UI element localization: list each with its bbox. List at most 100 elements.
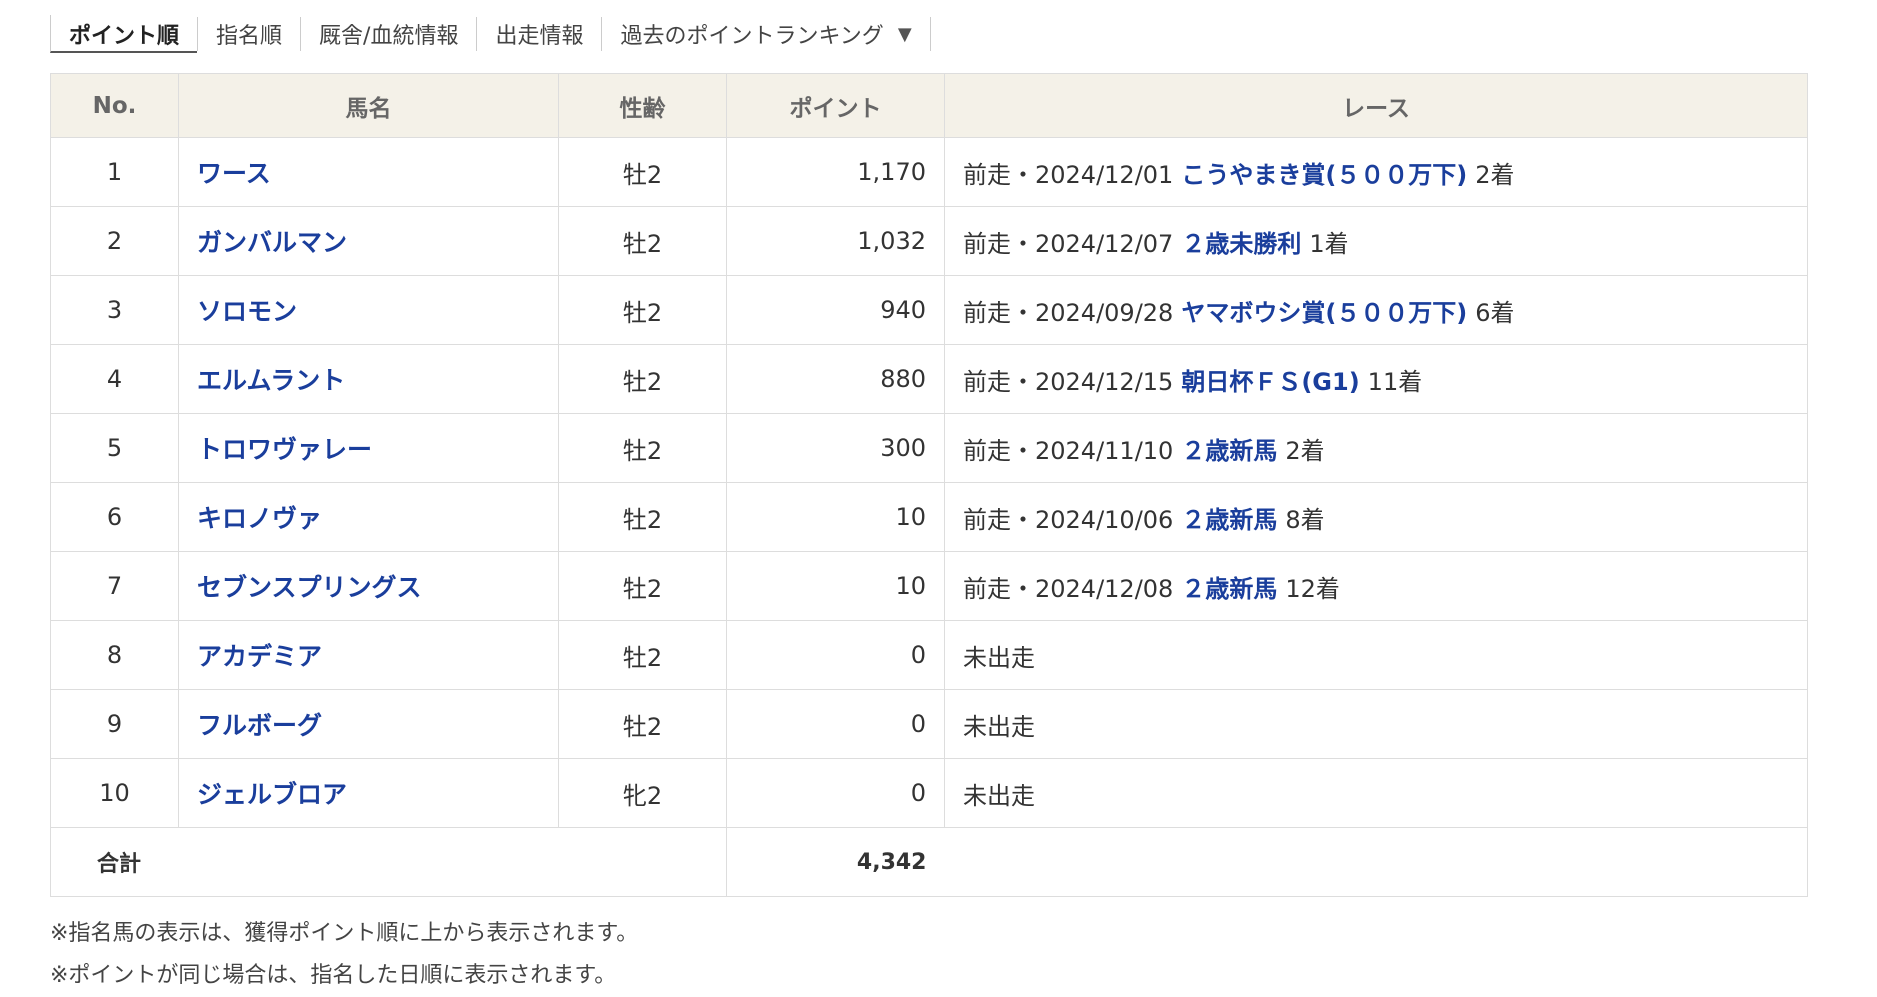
race-result: 12着 (1285, 574, 1340, 603)
race-result: 6着 (1475, 298, 1515, 327)
table-row: 5 トロワヴァレー 牡2 300 前走・2024/11/10 ２歳新馬 2着 (50, 413, 1808, 483)
race-name-link[interactable]: 朝日杯ＦＳ(G1) (1181, 368, 1359, 396)
row-points: 0 (726, 620, 945, 690)
row-points: 10 (726, 482, 945, 552)
horse-name-link[interactable]: フルボーグ (197, 711, 322, 740)
tab-nomination-order[interactable]: 指名順 (197, 17, 300, 51)
caret-down-icon: ▼ (897, 23, 912, 45)
row-race-cell: 未出走 (944, 689, 1808, 759)
race-prefix: 前走・2024/09/28 (963, 298, 1174, 327)
tab-point-order[interactable]: ポイント順 (50, 15, 198, 53)
row-sex-age: 牡2 (558, 482, 727, 552)
horse-name-link[interactable]: トロワヴァレー (197, 435, 372, 464)
row-sex-age: 牡2 (558, 275, 727, 345)
total-label: 合計 (50, 827, 727, 897)
horse-name-link[interactable]: キロノヴァ (197, 504, 322, 533)
note-display-order: ※指名馬の表示は、獲得ポイント順に上から表示されます。 (50, 921, 639, 946)
row-points: 0 (726, 689, 945, 759)
tab-past-ranking-dropdown[interactable]: 過去のポイントランキング ▼ (601, 17, 931, 51)
race-status: 未出走 (963, 781, 1035, 810)
row-sex-age: 牡2 (558, 689, 727, 759)
race-result: 8着 (1285, 505, 1325, 534)
row-horse-name-cell: ワース (178, 137, 559, 207)
header-no: No. (50, 73, 179, 138)
horse-name-link[interactable]: ジェルブロア (197, 780, 347, 809)
row-race-cell: 前走・2024/12/15 朝日杯ＦＳ(G1) 11着 (944, 344, 1808, 414)
row-horse-name-cell: アカデミア (178, 620, 559, 690)
row-no: 4 (50, 344, 179, 414)
race-result: 11着 (1367, 367, 1423, 396)
total-row: 合計 4,342 (50, 827, 1808, 897)
race-name-link[interactable]: ヤマボウシ賞(５００万下) (1181, 299, 1467, 327)
row-sex-age: 牡2 (558, 413, 727, 483)
ranking-table: No. 馬名 性齢 ポイント レース 1 ワース 牡2 1,170 前走・202… (50, 73, 1808, 897)
row-sex-age: 牡2 (558, 620, 727, 690)
table-row: 10 ジェルブロア 牝2 0 未出走 (50, 758, 1808, 828)
horse-name-link[interactable]: ガンバルマン (197, 228, 347, 257)
notes: ※指名馬の表示は、獲得ポイント順に上から表示されます。 ※ポイントが同じ場合は、… (50, 913, 1805, 997)
tab-label: 過去のポイントランキング (620, 24, 884, 49)
tab-stable-pedigree-info[interactable]: 厩舎/血統情報 (300, 17, 476, 51)
race-name-link[interactable]: こうやまき賞(５００万下) (1181, 161, 1467, 189)
table-row: 1 ワース 牡2 1,170 前走・2024/12/01 こうやまき賞(５００万下… (50, 137, 1808, 207)
tab-label: 厩舎/血統情報 (319, 24, 459, 49)
header-points: ポイント (726, 73, 945, 138)
row-points: 10 (726, 551, 945, 621)
row-sex-age: 牡2 (558, 344, 727, 414)
row-sex-age: 牡2 (558, 206, 727, 276)
table-header-row: No. 馬名 性齢 ポイント レース (50, 73, 1808, 138)
race-result: 2着 (1475, 160, 1515, 189)
row-points: 880 (726, 344, 945, 414)
race-name-link[interactable]: ２歳新馬 (1181, 575, 1277, 603)
row-horse-name-cell: ガンバルマン (178, 206, 559, 276)
row-sex-age: 牡2 (558, 137, 727, 207)
race-prefix: 前走・2024/12/08 (963, 574, 1174, 603)
total-race-empty (944, 827, 1808, 897)
race-prefix: 前走・2024/12/07 (963, 229, 1174, 258)
horse-name-link[interactable]: アカデミア (197, 642, 322, 671)
row-horse-name-cell: トロワヴァレー (178, 413, 559, 483)
row-horse-name-cell: エルムラント (178, 344, 559, 414)
row-no: 5 (50, 413, 179, 483)
table-row: 2 ガンバルマン 牡2 1,032 前走・2024/12/07 ２歳未勝利 1着 (50, 206, 1808, 276)
horse-name-link[interactable]: ワース (197, 159, 271, 188)
header-sex-age: 性齢 (558, 73, 727, 138)
table-row: 6 キロノヴァ 牡2 10 前走・2024/10/06 ２歳新馬 8着 (50, 482, 1808, 552)
race-name-link[interactable]: ２歳新馬 (1181, 437, 1277, 465)
row-horse-name-cell: キロノヴァ (178, 482, 559, 552)
row-race-cell: 前走・2024/09/28 ヤマボウシ賞(５００万下) 6着 (944, 275, 1808, 345)
row-horse-name-cell: フルボーグ (178, 689, 559, 759)
row-race-cell: 未出走 (944, 620, 1808, 690)
ranking-tabs: ポイント順 指名順 厩舎/血統情報 出走情報 過去のポイントランキング ▼ (50, 15, 1805, 55)
row-points: 300 (726, 413, 945, 483)
row-race-cell: 前走・2024/11/10 ２歳新馬 2着 (944, 413, 1808, 483)
note-tie-order: ※ポイントが同じ場合は、指名した日順に表示されます。 (50, 963, 617, 988)
table-row: 7 セブンスプリングス 牡2 10 前走・2024/12/08 ２歳新馬 12着 (50, 551, 1808, 621)
row-no: 8 (50, 620, 179, 690)
row-sex-age: 牡2 (558, 551, 727, 621)
total-points: 4,342 (726, 827, 945, 897)
row-horse-name-cell: ジェルブロア (178, 758, 559, 828)
row-no: 1 (50, 137, 179, 207)
race-name-link[interactable]: ２歳未勝利 (1181, 230, 1301, 258)
race-name-link[interactable]: ２歳新馬 (1181, 506, 1277, 534)
row-horse-name-cell: ソロモン (178, 275, 559, 345)
tab-label: 出走情報 (495, 24, 584, 49)
race-prefix: 前走・2024/12/01 (963, 160, 1174, 189)
row-no: 9 (50, 689, 179, 759)
ranking-page: ポイント順 指名順 厩舎/血統情報 出走情報 過去のポイントランキング ▼ No… (50, 15, 1808, 997)
race-prefix: 前走・2024/12/15 (963, 367, 1174, 396)
row-race-cell: 前走・2024/10/06 ２歳新馬 8着 (944, 482, 1808, 552)
horse-name-link[interactable]: セブンスプリングス (197, 573, 422, 602)
tab-label: ポイント順 (69, 24, 180, 49)
tab-race-entry-info[interactable]: 出走情報 (476, 17, 601, 51)
race-result: 2着 (1285, 436, 1325, 465)
table-row: 9 フルボーグ 牡2 0 未出走 (50, 689, 1808, 759)
race-status: 未出走 (963, 712, 1035, 741)
race-prefix: 前走・2024/11/10 (963, 436, 1174, 465)
horse-name-link[interactable]: ソロモン (197, 297, 297, 326)
horse-name-link[interactable]: エルムラント (197, 366, 345, 395)
row-points: 1,170 (726, 137, 945, 207)
row-no: 6 (50, 482, 179, 552)
row-race-cell: 前走・2024/12/01 こうやまき賞(５００万下) 2着 (944, 137, 1808, 207)
